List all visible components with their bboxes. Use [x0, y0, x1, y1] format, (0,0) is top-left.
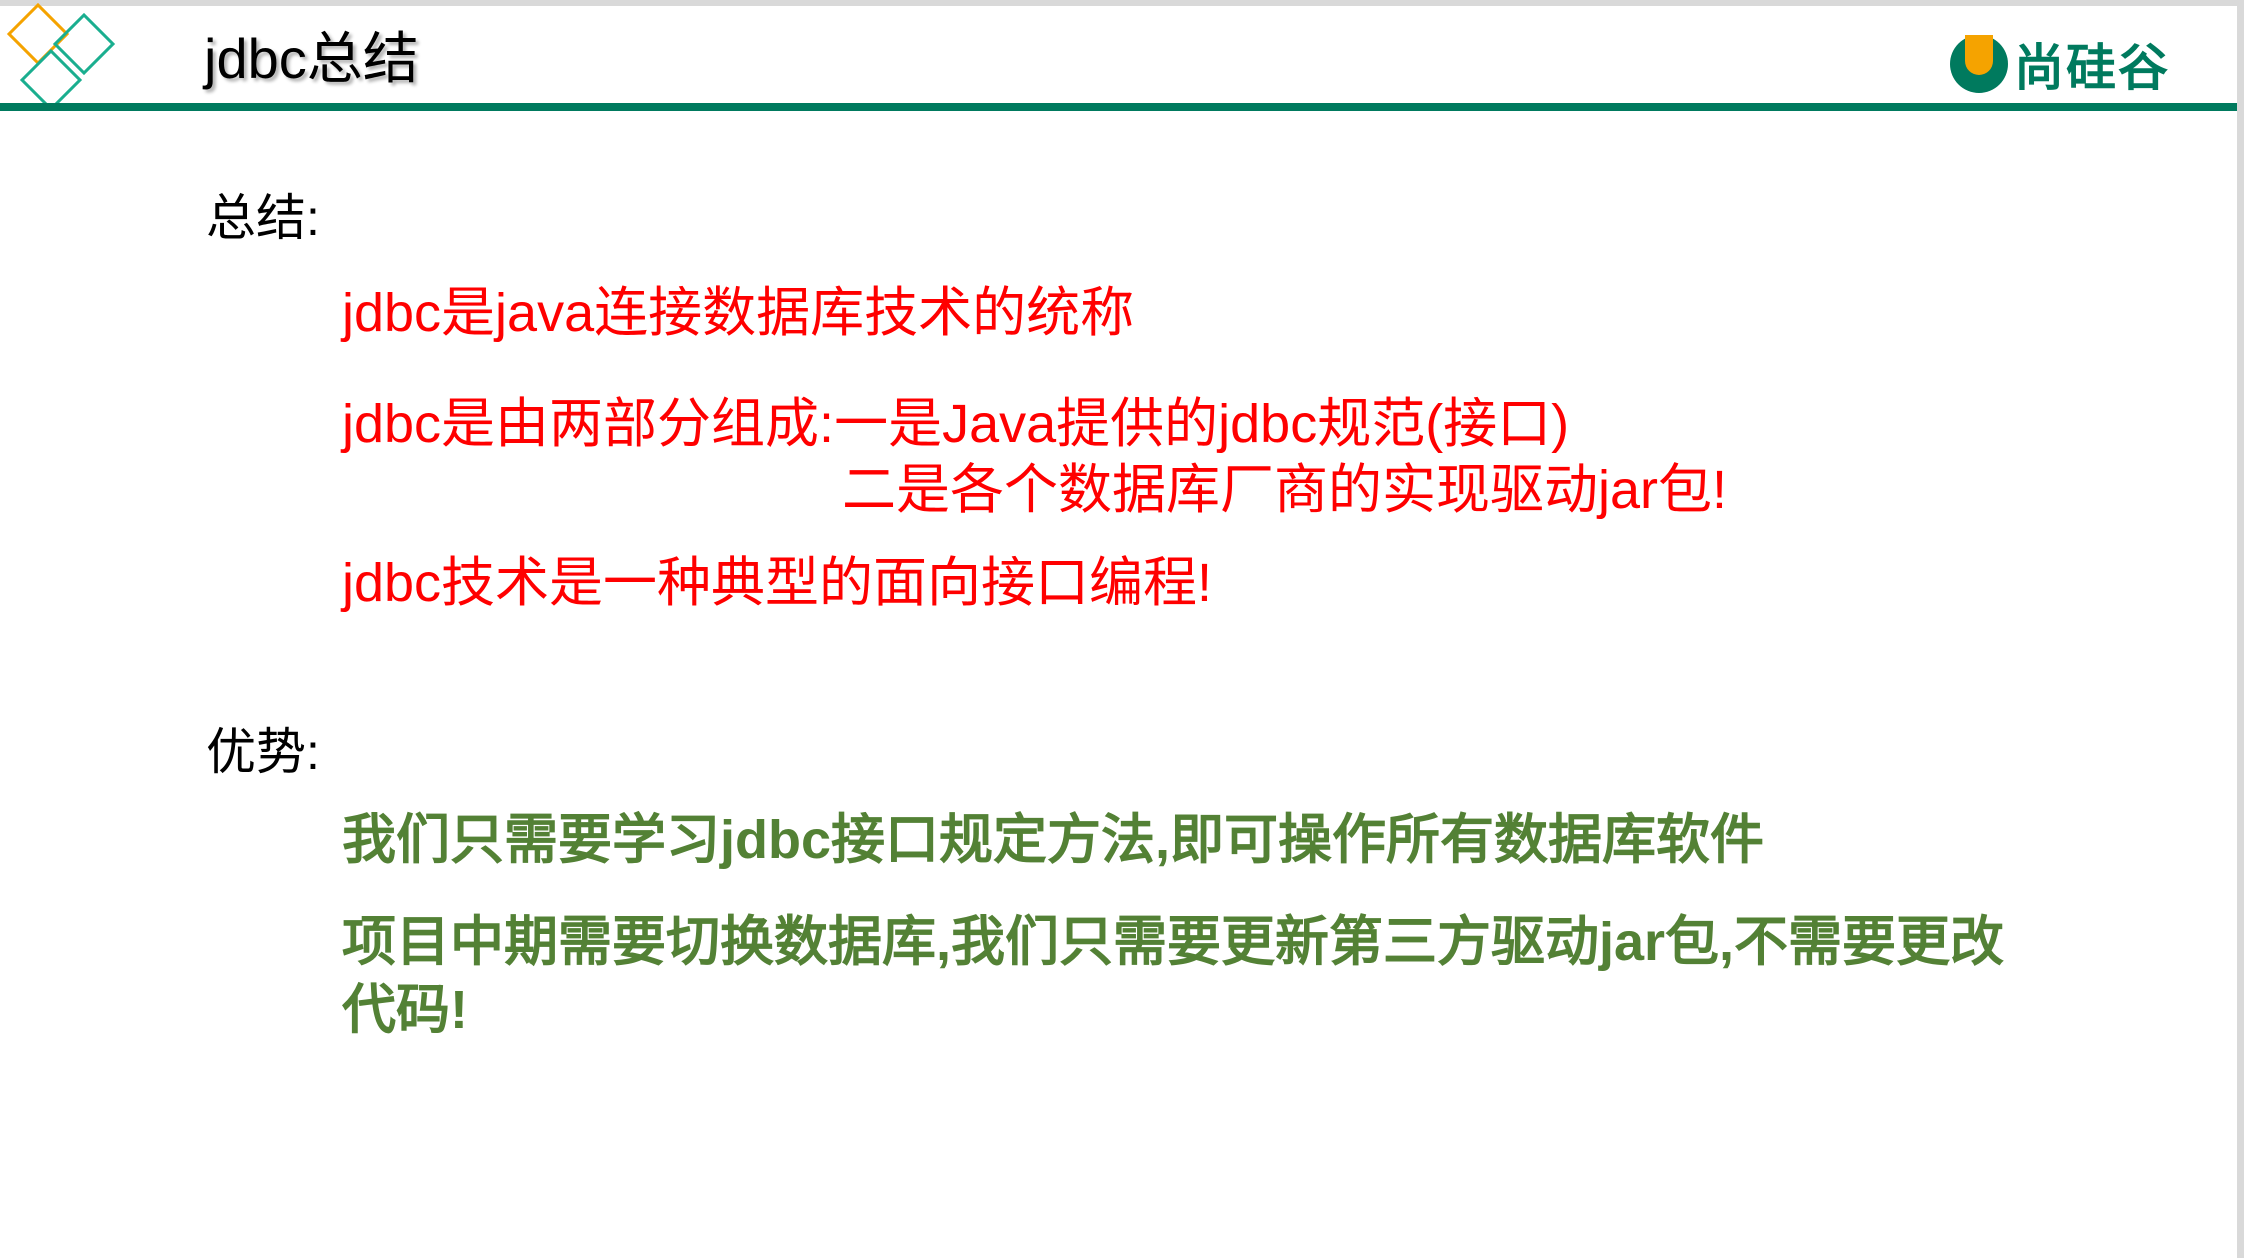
- advantage-line: 我们只需要学习jdbc接口规定方法,即可操作所有数据库软件: [342, 810, 1765, 870]
- brand-logo: 尚硅谷: [1950, 28, 2170, 100]
- summary-line: 二是各个数据库厂商的实现驱动jar包!: [842, 460, 1728, 520]
- summary-line: jdbc技术是一种典型的面向接口编程!: [342, 553, 1213, 613]
- advantage-line: 项目中期需要切换数据库,我们只需要更新第三方驱动jar包,不需要更改代码!: [342, 912, 2005, 1040]
- brand-u-icon: [1950, 35, 2008, 93]
- header-divider: [0, 103, 2237, 111]
- summary-line: jdbc是java连接数据库技术的统称: [342, 283, 1135, 343]
- window-right-edge: [2237, 0, 2244, 1258]
- window-top-edge: [0, 0, 2244, 6]
- page-title: jdbc总结: [204, 27, 419, 90]
- brand-name: 尚硅谷: [2014, 40, 2170, 96]
- summary-heading: 总结:: [206, 190, 320, 246]
- advantages-heading: 优势:: [206, 724, 320, 780]
